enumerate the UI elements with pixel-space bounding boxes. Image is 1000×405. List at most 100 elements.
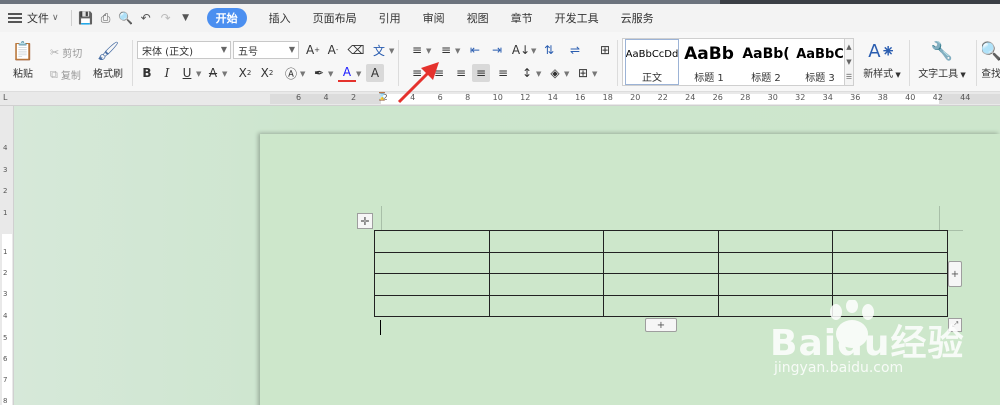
- increase-indent-icon[interactable]: ⇥: [488, 41, 506, 59]
- table-cell[interactable]: [374, 230, 490, 253]
- copy-button[interactable]: ⧉ 复制: [50, 67, 81, 83]
- table-row[interactable]: [374, 251, 948, 274]
- table-cell[interactable]: [832, 230, 948, 253]
- chinese-layout-icon[interactable]: A↓: [512, 41, 530, 59]
- tab-section[interactable]: 章节: [500, 4, 544, 32]
- undo-icon[interactable]: ↶: [136, 4, 156, 32]
- table-row[interactable]: [374, 273, 948, 296]
- table-cell[interactable]: [488, 251, 605, 274]
- text-tools-button[interactable]: 🔧 文字工具 ▼: [916, 40, 968, 81]
- table-cell[interactable]: [374, 251, 490, 274]
- tab-home[interactable]: 开始: [196, 4, 258, 32]
- table-grid-icon[interactable]: ⊞: [596, 41, 614, 59]
- justify-icon[interactable]: ≡: [472, 64, 490, 82]
- divider: [132, 40, 133, 86]
- style-heading-3[interactable]: AaBbC 标题 3: [793, 39, 847, 85]
- clear-format-icon[interactable]: ⌫: [347, 41, 365, 59]
- tab-view[interactable]: 视图: [456, 4, 500, 32]
- line-spacing-icon[interactable]: ↕: [518, 64, 536, 82]
- style-heading-1[interactable]: AaBb 标题 1: [681, 39, 737, 85]
- table-cell[interactable]: [603, 273, 719, 296]
- watermark-main: Baidu经验: [770, 323, 965, 364]
- strikethrough-icon[interactable]: A: [204, 64, 222, 82]
- find-button[interactable]: 🔍 查找: [982, 40, 1000, 81]
- save-icon[interactable]: 💾: [76, 4, 96, 32]
- table-row[interactable]: [374, 230, 948, 253]
- new-style-label: 新样式 ▼: [863, 65, 901, 80]
- chevron-down-icon[interactable]: ▼: [846, 58, 851, 66]
- ruler-number: 22: [657, 93, 668, 102]
- redo-icon[interactable]: ↷: [156, 4, 176, 32]
- font-name-select[interactable]: 宋体 (正文) ▼: [137, 41, 231, 59]
- shrink-font-icon[interactable]: A-: [324, 41, 342, 59]
- shading-icon[interactable]: ◈: [546, 64, 564, 82]
- tab-insert[interactable]: 插入: [258, 4, 302, 32]
- tab-references[interactable]: 引用: [368, 4, 412, 32]
- table-cell[interactable]: [832, 273, 948, 296]
- sort-icon[interactable]: ⇅: [540, 41, 558, 59]
- highlight-icon[interactable]: ✒: [310, 64, 328, 82]
- table-cell[interactable]: [488, 294, 605, 317]
- tab-page-layout[interactable]: 页面布局: [302, 4, 368, 32]
- ruler-number: 6: [3, 355, 8, 363]
- indent-marker-icon[interactable]: ⌛: [377, 92, 387, 101]
- superscript-icon[interactable]: X2: [236, 64, 254, 82]
- table-cell[interactable]: [603, 294, 719, 317]
- file-menu[interactable]: 文件 ∨: [0, 4, 67, 32]
- style-heading-2[interactable]: AaBb( 标题 2: [739, 39, 793, 85]
- hamburger-icon: [8, 13, 22, 23]
- tab-cloud[interactable]: 云服务: [610, 4, 665, 32]
- table-move-handle-icon[interactable]: ✛: [357, 213, 373, 229]
- table-cell[interactable]: [374, 273, 490, 296]
- numbering-icon[interactable]: ≡: [437, 41, 455, 59]
- table-cell[interactable]: [488, 230, 605, 253]
- customize-quick-access-icon[interactable]: ▼: [176, 4, 196, 32]
- margin-guide: [947, 230, 963, 231]
- font-color-icon[interactable]: A: [338, 64, 356, 82]
- table-cell[interactable]: [603, 251, 719, 274]
- borders-icon[interactable]: ⊞: [574, 64, 592, 82]
- print-icon[interactable]: ⎙: [96, 4, 116, 32]
- vertical-ruler[interactable]: 4 3 2 1 1 2 3 4 5 6 7 8: [0, 106, 14, 405]
- table-cell[interactable]: [374, 294, 490, 317]
- chevron-up-icon[interactable]: ▲: [846, 43, 851, 51]
- text-cursor: [380, 320, 381, 335]
- more-icon[interactable]: ☰: [846, 73, 852, 81]
- cut-button[interactable]: ✂ 剪切: [50, 45, 82, 60]
- tab-review[interactable]: 审阅: [412, 4, 456, 32]
- style-name: 正文: [642, 73, 662, 84]
- table-cell[interactable]: [717, 273, 834, 296]
- tab-stop-selector[interactable]: L: [3, 93, 7, 102]
- print-preview-icon[interactable]: 🔍: [116, 4, 136, 32]
- table-cell[interactable]: [832, 251, 948, 274]
- add-row-button[interactable]: +: [645, 318, 677, 332]
- grow-font-icon[interactable]: A +: [304, 41, 322, 59]
- add-column-button[interactable]: +: [948, 261, 962, 287]
- align-right-icon[interactable]: ≡: [452, 64, 470, 82]
- underline-icon[interactable]: U: [178, 64, 196, 82]
- table-cell[interactable]: [603, 230, 719, 253]
- phonetic-guide-icon[interactable]: 文: [370, 41, 388, 59]
- table-cell[interactable]: [717, 251, 834, 274]
- bullets-icon[interactable]: ≡: [408, 41, 426, 59]
- horizontal-ruler[interactable]: L 6 4 2 2 4 6 8 10 12 14 16 18 20 22 24 26 28 30 32 34 36 38 4…: [0, 92, 1000, 106]
- font-size-select[interactable]: 五号 ▼: [233, 41, 299, 59]
- format-painter-button[interactable]: 🖌 格式刷: [90, 40, 126, 81]
- font-size-value: 五号: [238, 46, 258, 58]
- tab-developer[interactable]: 开发工具: [544, 4, 610, 32]
- ruler-number: 10: [492, 93, 503, 102]
- char-shading-icon[interactable]: A: [366, 64, 384, 82]
- table-cell[interactable]: [717, 230, 834, 253]
- show-marks-icon[interactable]: ⇌: [566, 41, 584, 59]
- style-normal[interactable]: AaBbCcDd 正文: [625, 39, 679, 85]
- distributed-align-icon[interactable]: ≡: [494, 64, 512, 82]
- paste-button[interactable]: 📋 粘贴: [8, 40, 38, 81]
- decrease-indent-icon[interactable]: ⇤: [466, 41, 484, 59]
- text-effect-icon[interactable]: Ⓐ: [282, 64, 300, 82]
- gallery-scroller[interactable]: ▲ ▼ ☰: [844, 38, 854, 86]
- new-style-button[interactable]: A⁕ 新样式 ▼: [860, 40, 904, 81]
- table-cell[interactable]: [488, 273, 605, 296]
- bold-icon[interactable]: B: [138, 64, 156, 82]
- italic-icon[interactable]: I: [158, 64, 176, 82]
- subscript-icon[interactable]: X2: [258, 64, 276, 82]
